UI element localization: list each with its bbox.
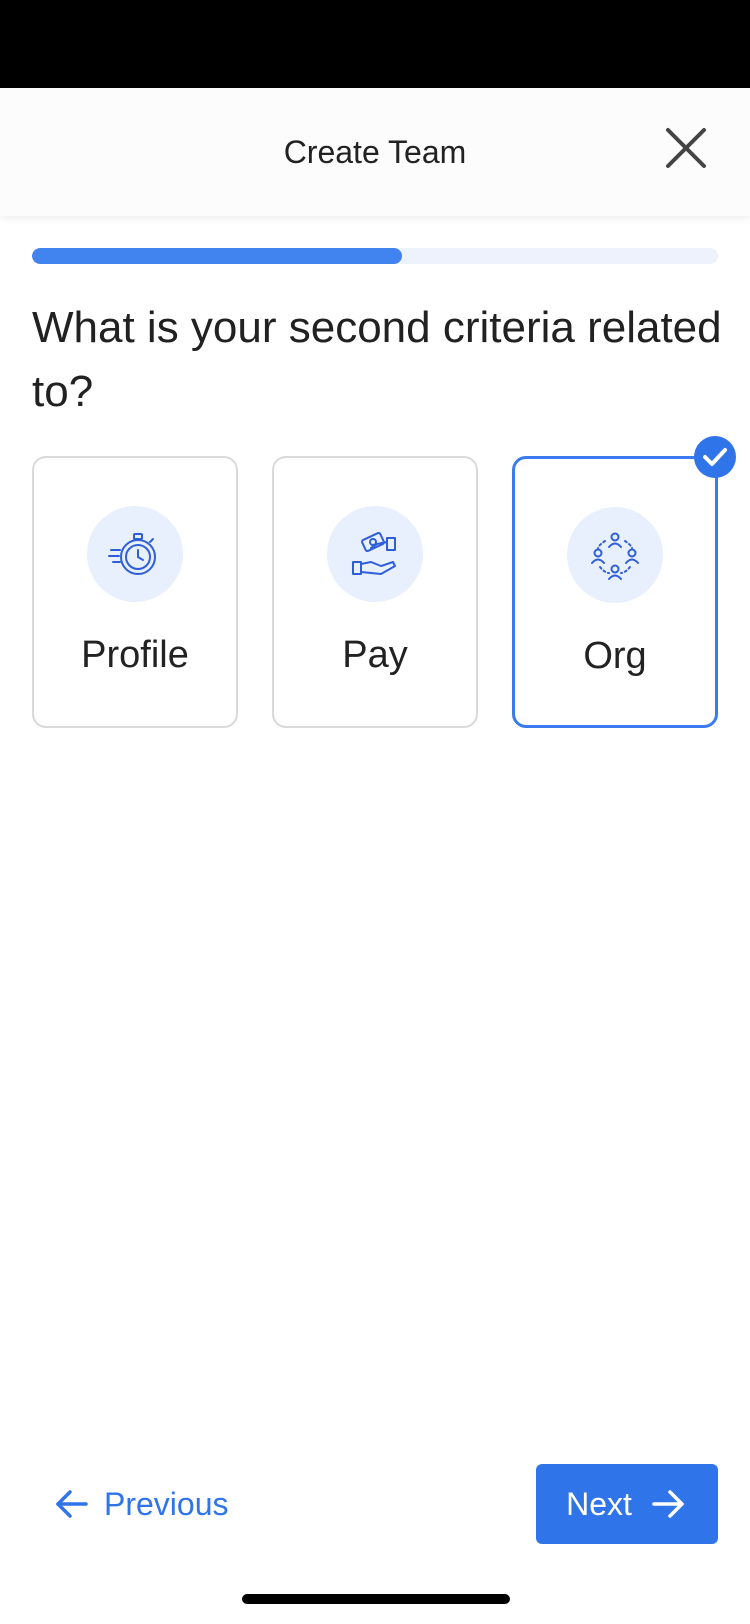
- top-app-bar: Create Team: [0, 88, 750, 216]
- option-label: Profile: [81, 634, 189, 676]
- previous-label: Previous: [104, 1485, 229, 1522]
- question-heading: What is your second criteria related to?: [32, 303, 722, 416]
- progress-fill: [32, 248, 403, 264]
- team-circle-icon: [567, 507, 663, 603]
- arrow-left-icon: [56, 1490, 88, 1518]
- selected-check-icon: [694, 436, 736, 478]
- home-indicator: [242, 1594, 510, 1604]
- progress-bar: [32, 248, 718, 264]
- next-button[interactable]: Next: [536, 1464, 718, 1544]
- option-label: Org: [583, 635, 647, 677]
- status-bar: [0, 0, 750, 88]
- page-title: Create Team: [283, 134, 467, 170]
- arrow-right-icon: [652, 1490, 684, 1518]
- close-button[interactable]: [660, 122, 712, 174]
- option-org[interactable]: Org: [512, 456, 718, 728]
- close-icon: [666, 128, 706, 168]
- option-label: Pay: [342, 634, 408, 676]
- handshake-money-icon: [327, 506, 423, 602]
- previous-button[interactable]: Previous: [52, 1478, 229, 1530]
- stopwatch-icon: [87, 506, 183, 602]
- option-profile[interactable]: Profile: [32, 456, 238, 728]
- option-pay[interactable]: Pay: [272, 456, 478, 728]
- next-label: Next: [566, 1485, 632, 1522]
